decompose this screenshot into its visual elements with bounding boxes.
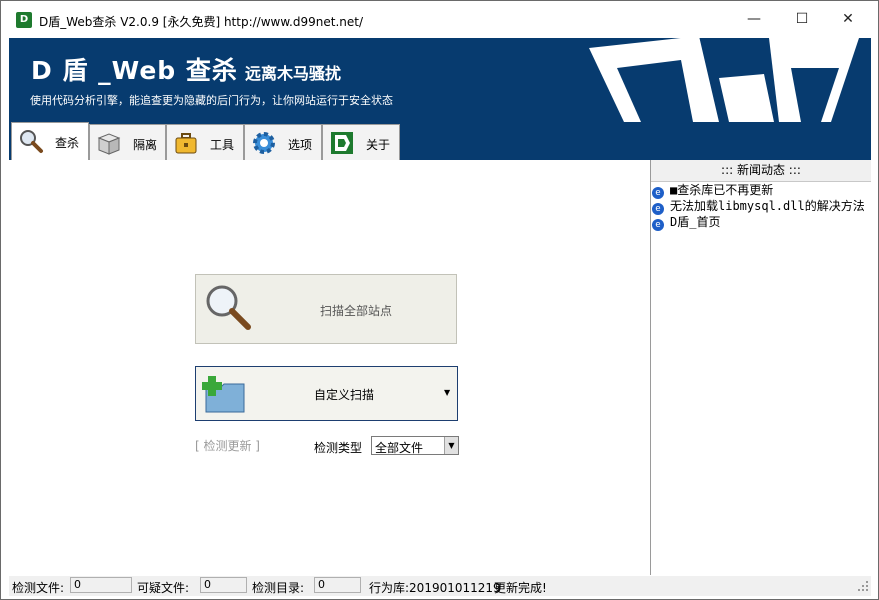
dirs-value: 0 [314, 577, 361, 593]
maximize-button[interactable]: ☐ [779, 1, 825, 38]
suspicious-label: 可疑文件: [137, 581, 190, 595]
tab-tools[interactable]: 工具 [166, 124, 244, 160]
resize-grip-icon[interactable] [857, 580, 869, 592]
tab-label: 查杀 [55, 136, 80, 150]
tab-label: 隔离 [133, 138, 158, 152]
magnifier-icon [20, 130, 43, 153]
window-title: D盾_Web查杀 V2.0.9 [永久免费] http://www.d99net… [39, 15, 364, 29]
tab-options[interactable]: 选项 [244, 124, 322, 160]
news-item-text: D盾_首页 [670, 215, 721, 229]
dirs-label: 检测目录: [252, 581, 305, 595]
news-panel: ::: 新闻动态 ::: e ■查杀库已不再更新 e 无法加载libmysql.dl… [651, 160, 871, 575]
custom-scan-label: 自定义扫描 [314, 388, 375, 402]
app-window: D D盾_Web查杀 V2.0.9 [永久免费] http://www.d99n… [0, 0, 879, 600]
files-label: 检测文件: [12, 581, 65, 595]
files-value: 0 [70, 577, 132, 593]
banner-subtitle: 使用代码分析引擎，能追查更为隐藏的后门行为，让你网站运行于安全状态 [30, 94, 393, 107]
title-bar: D D盾_Web查杀 V2.0.9 [永久免费] http://www.d99n… [1, 1, 878, 38]
update-status: 更新完成! [494, 581, 547, 595]
magnifier-icon [206, 285, 251, 330]
detect-type-value: 全部文件 [375, 441, 424, 455]
tab-label: 选项 [288, 138, 313, 152]
news-item[interactable]: e 无法加载libmysql.dll的解决方法 [651, 198, 865, 215]
scan-all-button[interactable]: 扫描全部站点 [195, 274, 457, 344]
minimize-button[interactable]: — [731, 1, 777, 38]
box-icon [97, 133, 121, 155]
news-item[interactable]: e D盾_首页 [651, 214, 721, 231]
library-version: 行为库:201901011219 [369, 581, 501, 595]
chevron-down-icon[interactable]: ▼ [444, 437, 458, 454]
suspicious-value: 0 [200, 577, 247, 593]
scan-panel: 扫描全部站点 自定义扫描 ▼ [ 检测更新 ] 检测类型 全部文件 ▼ [9, 160, 651, 575]
custom-scan-button[interactable]: 自定义扫描 ▼ [195, 366, 458, 421]
scan-all-label: 扫描全部站点 [320, 304, 393, 318]
tab-quarantine[interactable]: 隔离 [89, 124, 166, 160]
tab-about[interactable]: 关于 [322, 124, 400, 160]
tab-label: 工具 [210, 138, 235, 152]
briefcase-icon [175, 133, 197, 154]
status-bar: 检测文件: 0 可疑文件: 0 检测目录: 0 行为库:201901011219… [9, 576, 871, 596]
tab-label: 关于 [366, 138, 391, 152]
folder-add-icon [202, 376, 245, 413]
detect-type-select[interactable]: 全部文件 ▼ [371, 436, 459, 455]
app-logo-icon: D [16, 12, 32, 28]
tab-strip: 查杀 隔离 工具 选项 关于 [9, 122, 871, 160]
news-item-text: 无法加载libmysql.dll的解决方法 [670, 199, 865, 213]
tab-scan[interactable]: 查杀 [11, 122, 89, 160]
banner-title: D 盾 _Web 查杀 [31, 56, 238, 85]
ie-icon: e [652, 219, 664, 231]
news-header: ::: 新闻动态 ::: [651, 160, 871, 182]
news-item-text: ■查杀库已不再更新 [670, 183, 774, 197]
check-update-link[interactable]: [ 检测更新 ] [195, 437, 260, 454]
close-button[interactable]: ✕ [825, 1, 871, 38]
d-shield-logo [589, 38, 859, 122]
gear-icon [253, 132, 275, 154]
header-banner: D 盾 _Web 查杀 远离木马骚扰 使用代码分析引擎，能追查更为隐藏的后门行为… [9, 38, 871, 122]
news-item[interactable]: e ■查杀库已不再更新 [651, 182, 774, 199]
d-logo-icon [331, 132, 353, 154]
chevron-down-icon: ▼ [444, 388, 451, 397]
banner-slogan: 远离木马骚扰 [245, 64, 342, 83]
detect-type-label: 检测类型 [314, 441, 363, 455]
